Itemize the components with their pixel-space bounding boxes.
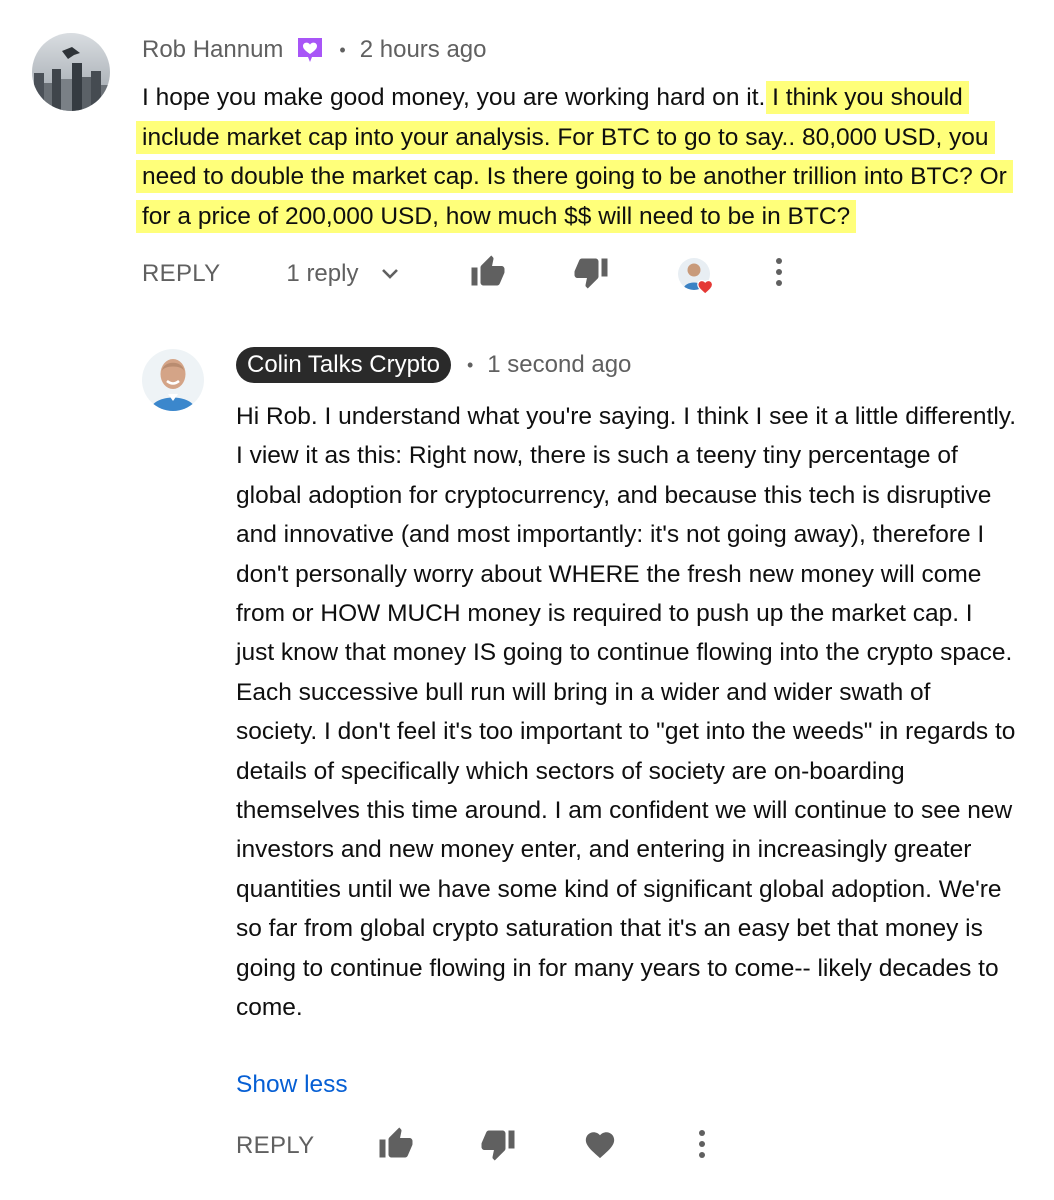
heart-icon: [583, 1128, 617, 1165]
thumbs-down-icon: [573, 254, 609, 295]
reply-like-button[interactable]: [376, 1126, 416, 1166]
creator-heart-icon: [696, 278, 716, 296]
reply-reply-button[interactable]: REPLY: [236, 1132, 314, 1160]
more-vert-icon: [774, 257, 784, 292]
comment-body: I hope you make good money, you are work…: [136, 78, 1022, 236]
avatar-colin-talks-crypto[interactable]: [142, 349, 204, 411]
reply-heart-button[interactable]: [580, 1126, 620, 1166]
separator-dot: •: [339, 39, 346, 60]
reply-timestamp[interactable]: 1 second ago: [487, 351, 631, 379]
reply-more-actions-button[interactable]: [682, 1126, 722, 1166]
show-less-link[interactable]: Show less: [236, 1071, 348, 1099]
dislike-button[interactable]: [571, 254, 611, 294]
reply-action-bar: REPLY: [236, 1126, 796, 1166]
comment-text-plain: I hope you make good money, you are work…: [142, 84, 766, 111]
comment-more-actions-button[interactable]: [759, 254, 799, 294]
view-replies-toggle[interactable]: 1 reply: [286, 260, 400, 288]
like-button[interactable]: [468, 254, 508, 294]
channel-owner-chip[interactable]: Colin Talks Crypto: [236, 347, 451, 383]
more-vert-icon: [697, 1129, 707, 1164]
member-badge-icon: [295, 35, 325, 65]
thumbs-up-icon: [378, 1126, 414, 1167]
thumbs-down-icon: [480, 1126, 516, 1167]
thumbs-up-icon: [470, 254, 506, 295]
comment-action-bar: REPLY 1 reply: [142, 254, 842, 296]
comment-author-name[interactable]: Rob Hannum: [142, 36, 283, 64]
reply-header: Colin Talks Crypto • 1 second ago: [236, 345, 631, 385]
avatar-rob-hannum[interactable]: [32, 33, 110, 111]
replies-count-label: 1 reply: [286, 260, 359, 287]
reply-dislike-button[interactable]: [478, 1126, 518, 1166]
reply-body: Hi Rob. I understand what you're saying.…: [236, 403, 1017, 1022]
chevron-down-icon: [380, 267, 400, 281]
creator-heart-button[interactable]: [674, 254, 716, 296]
separator-dot: •: [466, 354, 474, 375]
comment-timestamp[interactable]: 2 hours ago: [360, 36, 487, 64]
reply-button[interactable]: REPLY: [142, 260, 220, 288]
comment-header: Rob Hannum • 2 hours ago: [142, 33, 487, 67]
